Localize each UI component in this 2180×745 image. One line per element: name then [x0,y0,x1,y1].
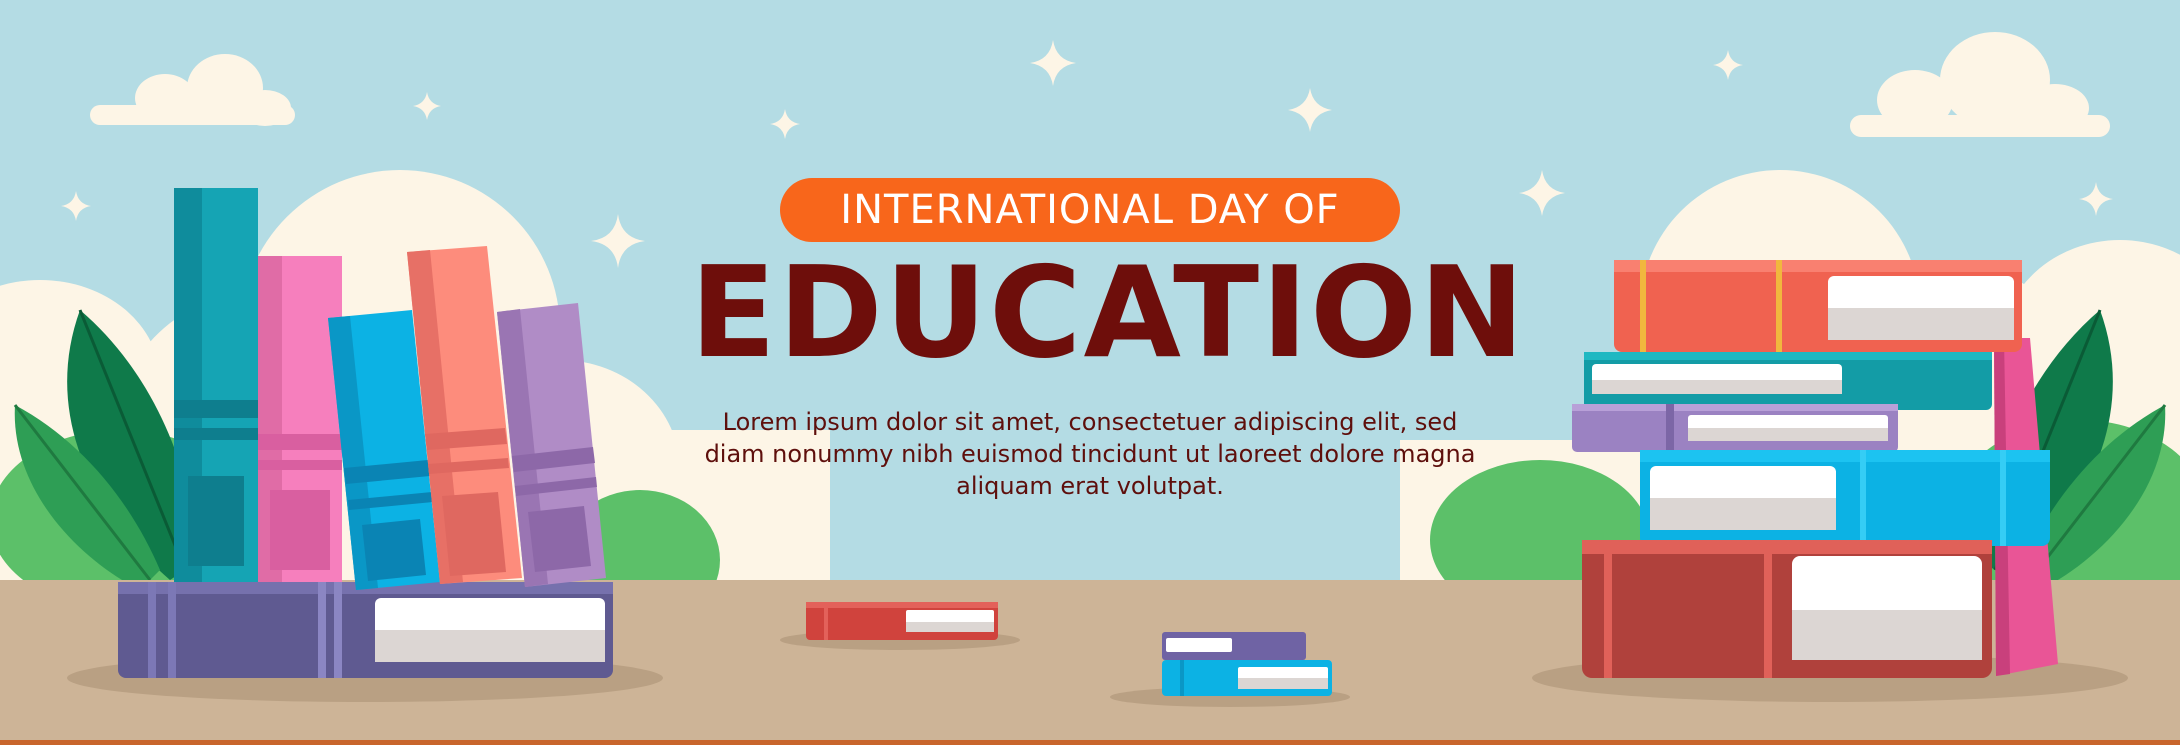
book-icon [1640,450,2050,546]
book-icon [1582,540,1992,678]
table-edge [0,740,2180,745]
book-icon [174,188,258,582]
description-text: Lorem ipsum dolor sit amet, consectetuer… [704,408,1476,500]
education-banner: INTERNATIONAL DAY OF EDUCATION Lorem ips… [0,0,2180,745]
book-icon [806,602,998,640]
event-badge: INTERNATIONAL DAY OF [780,178,1400,242]
book-icon [1584,352,1992,410]
book-icon [1572,404,1898,452]
book-icon [258,256,342,582]
book-icon [1614,260,2022,352]
book-icon [118,582,613,678]
page-title: EDUCATION [690,239,1527,386]
